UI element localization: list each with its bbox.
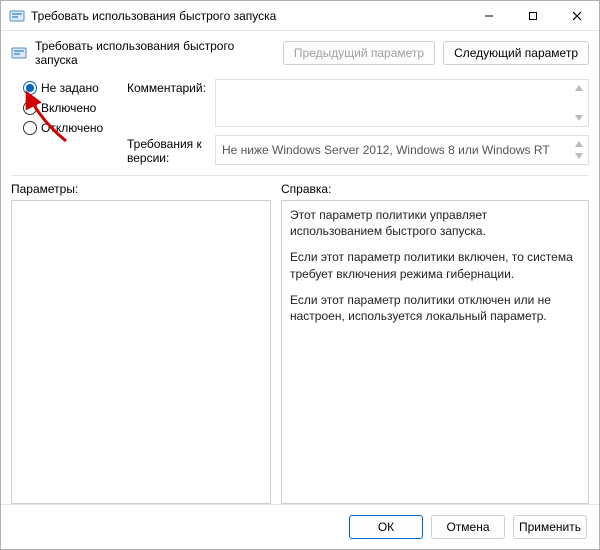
help-paragraph: Если этот параметр политики отключен или… <box>290 292 580 324</box>
panel-headers: Параметры: Справка: <box>1 182 599 200</box>
policy-icon <box>9 8 25 24</box>
policy-editor-window: Требовать использования быстрого запуска… <box>0 0 600 550</box>
titlebar-text: Требовать использования быстрого запуска <box>31 9 467 23</box>
state-section: Не задано Включено Отключено Комментарий… <box>1 75 599 169</box>
titlebar: Требовать использования быстрого запуска <box>1 1 599 31</box>
policy-icon <box>11 45 27 61</box>
version-label: Требования к версии: <box>127 135 207 165</box>
version-box: Не ниже Windows Server 2012, Windows 8 и… <box>215 135 589 165</box>
params-header: Параметры: <box>11 182 271 196</box>
close-button[interactable] <box>555 1 599 31</box>
state-radio-group: Не задано Включено Отключено <box>23 79 115 165</box>
help-panel: Этот параметр политики управляет использ… <box>281 200 589 504</box>
footer: ОК Отмена Применить <box>1 504 599 549</box>
radio-enabled[interactable]: Включено <box>23 101 115 115</box>
radio-icon <box>23 81 37 95</box>
scroll-up-icon[interactable] <box>572 82 586 94</box>
radio-label: Включено <box>41 101 96 115</box>
previous-setting-button[interactable]: Предыдущий параметр <box>283 41 435 65</box>
radio-icon <box>23 101 37 115</box>
panels: Этот параметр политики управляет использ… <box>1 200 599 504</box>
comment-label: Комментарий: <box>127 79 207 95</box>
comment-input[interactable] <box>215 79 589 127</box>
scroll-down-icon[interactable] <box>572 112 586 124</box>
radio-label: Не задано <box>41 81 99 95</box>
ok-button[interactable]: ОК <box>349 515 423 539</box>
options-panel <box>11 200 271 504</box>
apply-button[interactable]: Применить <box>513 515 587 539</box>
next-setting-button[interactable]: Следующий параметр <box>443 41 589 65</box>
scroll-down-icon[interactable] <box>572 150 586 162</box>
scroll-up-icon[interactable] <box>572 138 586 150</box>
help-paragraph: Этот параметр политики управляет использ… <box>290 207 580 239</box>
version-text: Не ниже Windows Server 2012, Windows 8 и… <box>222 143 550 157</box>
maximize-button[interactable] <box>511 1 555 31</box>
cancel-button[interactable]: Отмена <box>431 515 505 539</box>
radio-icon <box>23 121 37 135</box>
radio-disabled[interactable]: Отключено <box>23 121 115 135</box>
radio-not-configured[interactable]: Не задано <box>23 81 115 95</box>
help-header: Справка: <box>281 182 589 196</box>
radio-label: Отключено <box>41 121 103 135</box>
divider <box>11 175 589 176</box>
fields: Комментарий: Требования к версии: Не ниж… <box>127 79 589 165</box>
header: Требовать использования быстрого запуска… <box>1 31 599 75</box>
policy-title: Требовать использования быстрого запуска <box>35 39 275 67</box>
minimize-button[interactable] <box>467 1 511 31</box>
help-paragraph: Если этот параметр политики включен, то … <box>290 249 580 281</box>
